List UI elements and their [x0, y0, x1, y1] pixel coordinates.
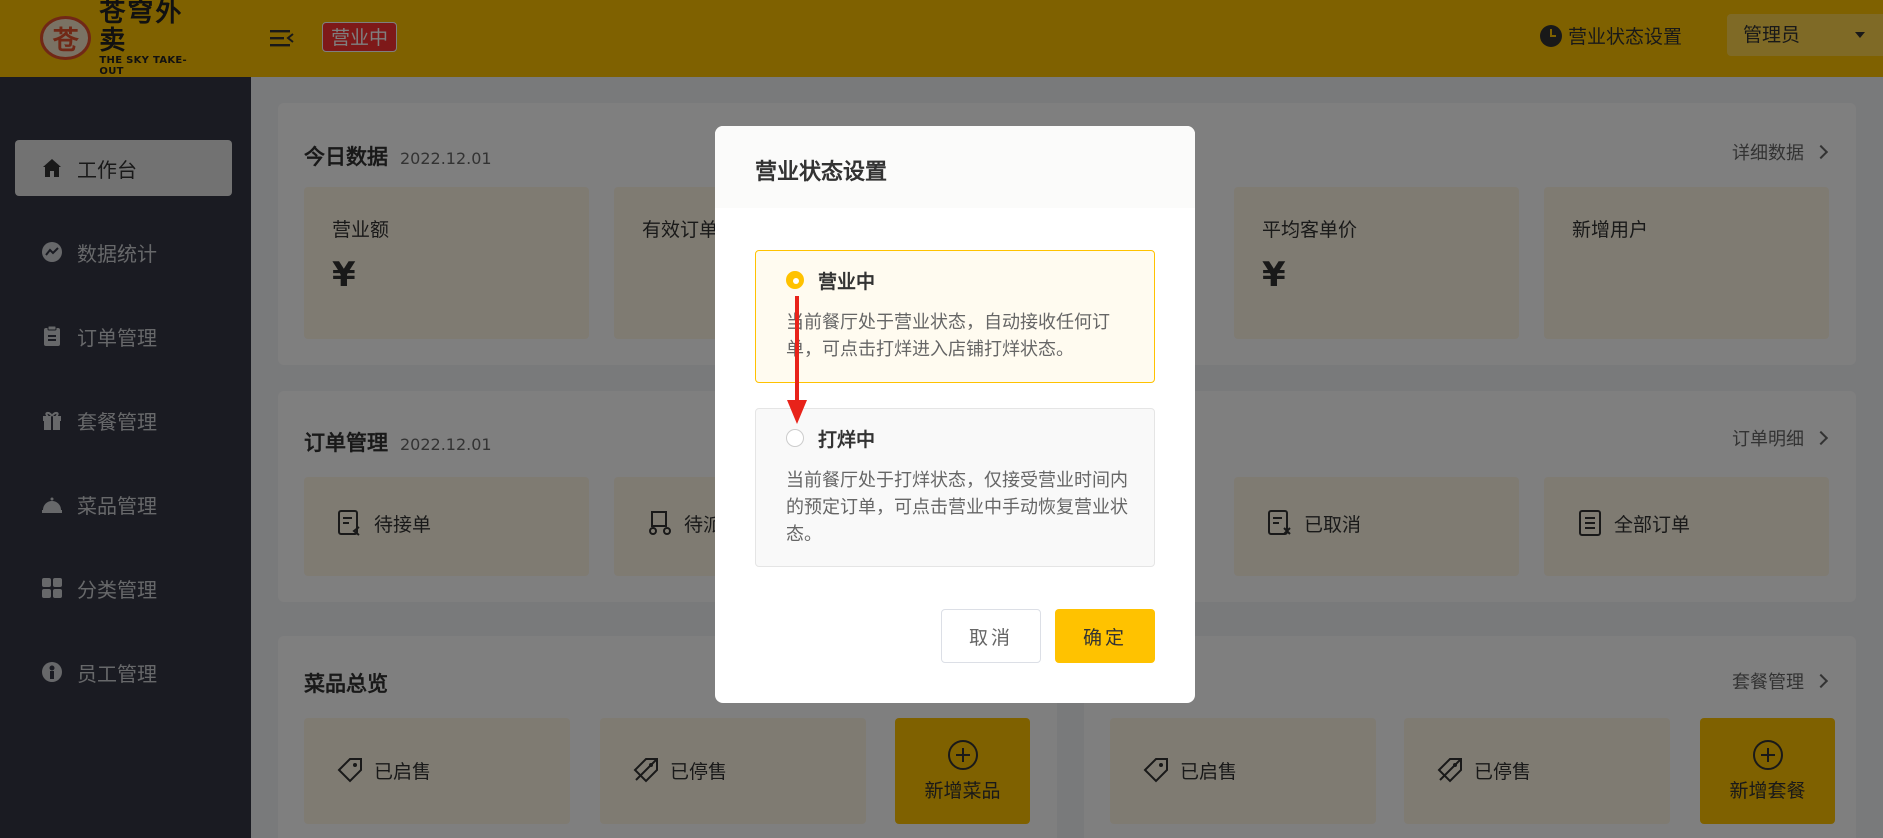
cancel-button[interactable]: 取消: [941, 609, 1041, 663]
radio-closed[interactable]: [786, 429, 804, 447]
option-open[interactable]: 营业中 当前餐厅处于营业状态，自动接收任何订单，可点击打烊进入店铺打烊状态。: [755, 250, 1155, 383]
annotation-arrow-icon: [787, 296, 807, 424]
option-open-desc: 当前餐厅处于营业状态，自动接收任何订单，可点击打烊进入店铺打烊状态。: [786, 312, 1110, 360]
option-closed-desc: 当前餐厅处于打烊状态，仅接受营业时间内的预定订单，可点击营业中手动恢复营业状态。: [786, 470, 1128, 545]
option-closed-label: 打烊中: [818, 429, 876, 451]
confirm-button[interactable]: 确定: [1055, 609, 1155, 663]
option-closed[interactable]: 打烊中 当前餐厅处于打烊状态，仅接受营业时间内的预定订单，可点击营业中手动恢复营…: [755, 408, 1155, 567]
dialog-header: 营业状态设置: [715, 126, 1195, 208]
dialog-title: 营业状态设置: [755, 160, 888, 185]
option-open-label: 营业中: [818, 271, 876, 293]
radio-open[interactable]: [786, 271, 804, 289]
